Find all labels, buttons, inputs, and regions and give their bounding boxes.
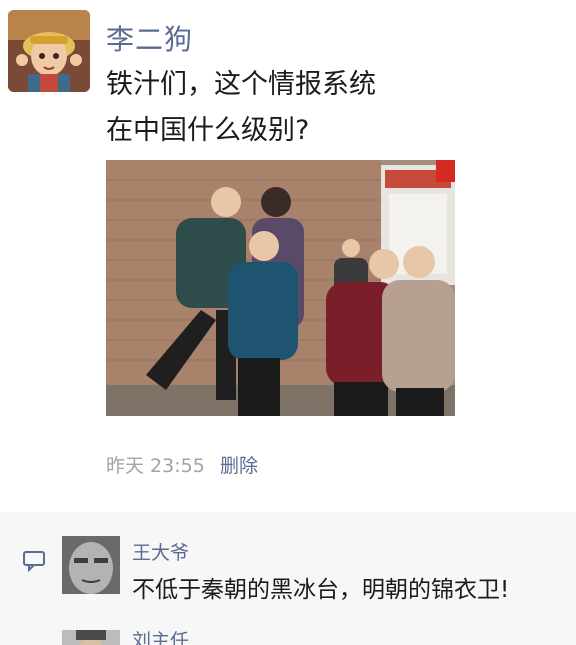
moments-post: 李二狗 铁汁们，这个情报系统 在中国什么级别? 昨天 23:55 删除 王大爷 … <box>0 0 576 645</box>
comment-text: 不低于秦朝的黑冰台，明朝的锦衣卫! <box>132 577 510 603</box>
comment-author[interactable]: 刘主任 <box>132 626 189 645</box>
speech-bubble-icon <box>22 550 46 573</box>
post-timestamp: 昨天 23:55 <box>106 455 205 477</box>
post-text: 铁汁们，这个情报系统 在中国什么级别? <box>106 62 546 154</box>
post-text-line: 铁汁们，这个情报系统 <box>106 69 376 100</box>
post-photo[interactable] <box>106 160 455 416</box>
comments-section: 王大爷 不低于秦朝的黑冰台，明朝的锦衣卫! 刘主任 <box>0 512 576 645</box>
delete-link[interactable]: 删除 <box>220 451 258 478</box>
post-text-line: 在中国什么级别? <box>106 115 310 146</box>
comment-avatar[interactable] <box>62 536 120 594</box>
comment-author[interactable]: 王大爷 <box>132 538 189 565</box>
poster-username[interactable]: 李二狗 <box>106 18 193 58</box>
poster-avatar[interactable] <box>8 10 90 92</box>
comment-avatar[interactable] <box>62 630 120 645</box>
